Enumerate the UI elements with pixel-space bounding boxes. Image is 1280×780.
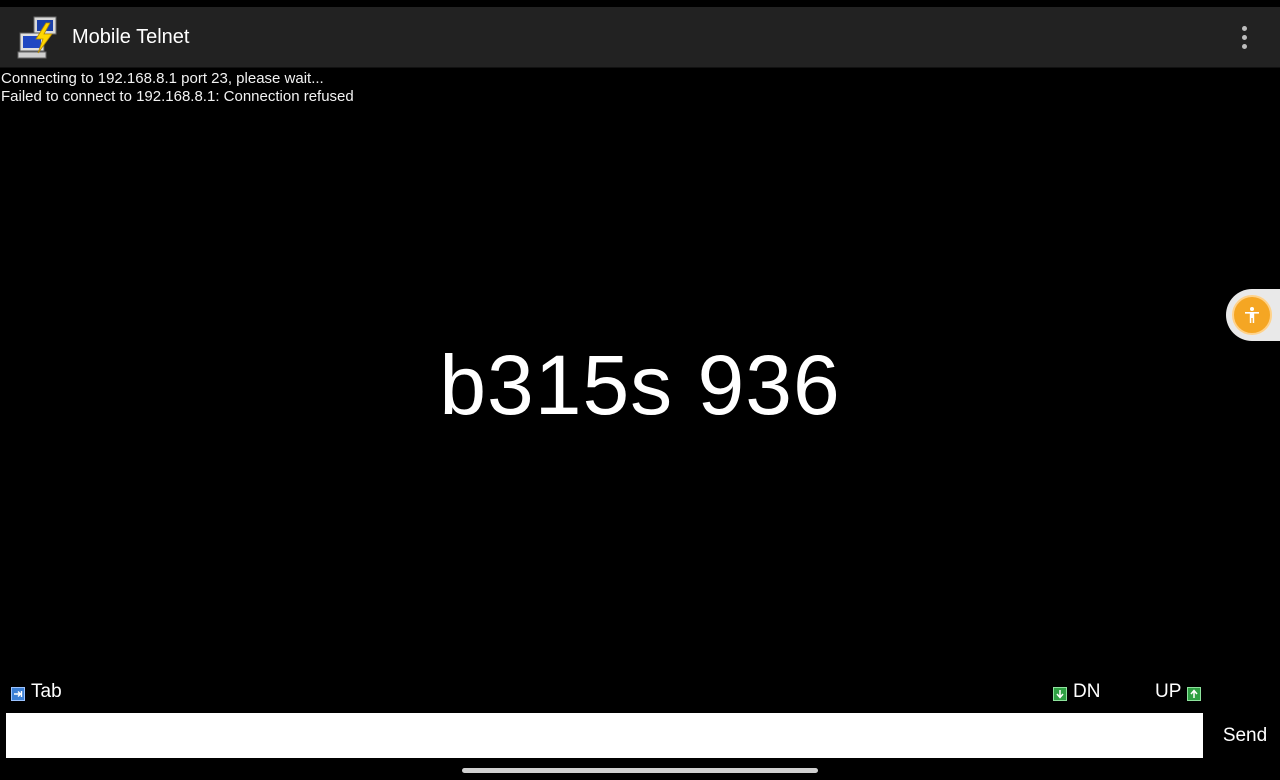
app-bar: Mobile Telnet <box>0 7 1280 68</box>
accessibility-person-icon <box>1232 295 1272 335</box>
tab-key-button[interactable]: Tab <box>11 676 62 708</box>
command-input-row: Send <box>0 712 1280 760</box>
tab-key-label: Tab <box>31 681 62 702</box>
arrow-up-green-icon <box>1187 685 1202 701</box>
menu-dot <box>1241 34 1247 40</box>
menu-dot <box>1241 25 1247 31</box>
menu-dot <box>1241 43 1247 49</box>
overlay-caption: b315s 936 <box>439 338 841 432</box>
telnet-app-icon <box>16 15 62 61</box>
down-key-button[interactable]: DN <box>1053 676 1100 708</box>
up-key-button[interactable]: UP <box>1155 676 1202 708</box>
down-key-label: DN <box>1073 681 1101 702</box>
gesture-nav-handle[interactable] <box>462 768 818 773</box>
arrow-down-green-icon <box>1053 685 1067 701</box>
terminal-line: Failed to connect to 192.168.8.1: Connec… <box>1 88 354 105</box>
terminal-line: Connecting to 192.168.8.1 port 23, pleas… <box>1 70 324 87</box>
more-vert-icon[interactable] <box>1228 21 1260 53</box>
tab-arrow-icon <box>11 685 25 701</box>
up-key-label: UP <box>1155 681 1182 702</box>
app-title: Mobile Telnet <box>72 26 190 48</box>
status-bar <box>0 0 1280 7</box>
special-keys-bar: Tab DN UP <box>0 676 1280 708</box>
command-input[interactable] <box>6 713 1203 758</box>
accessibility-button[interactable] <box>1226 289 1280 341</box>
send-button[interactable]: Send <box>1210 712 1280 760</box>
